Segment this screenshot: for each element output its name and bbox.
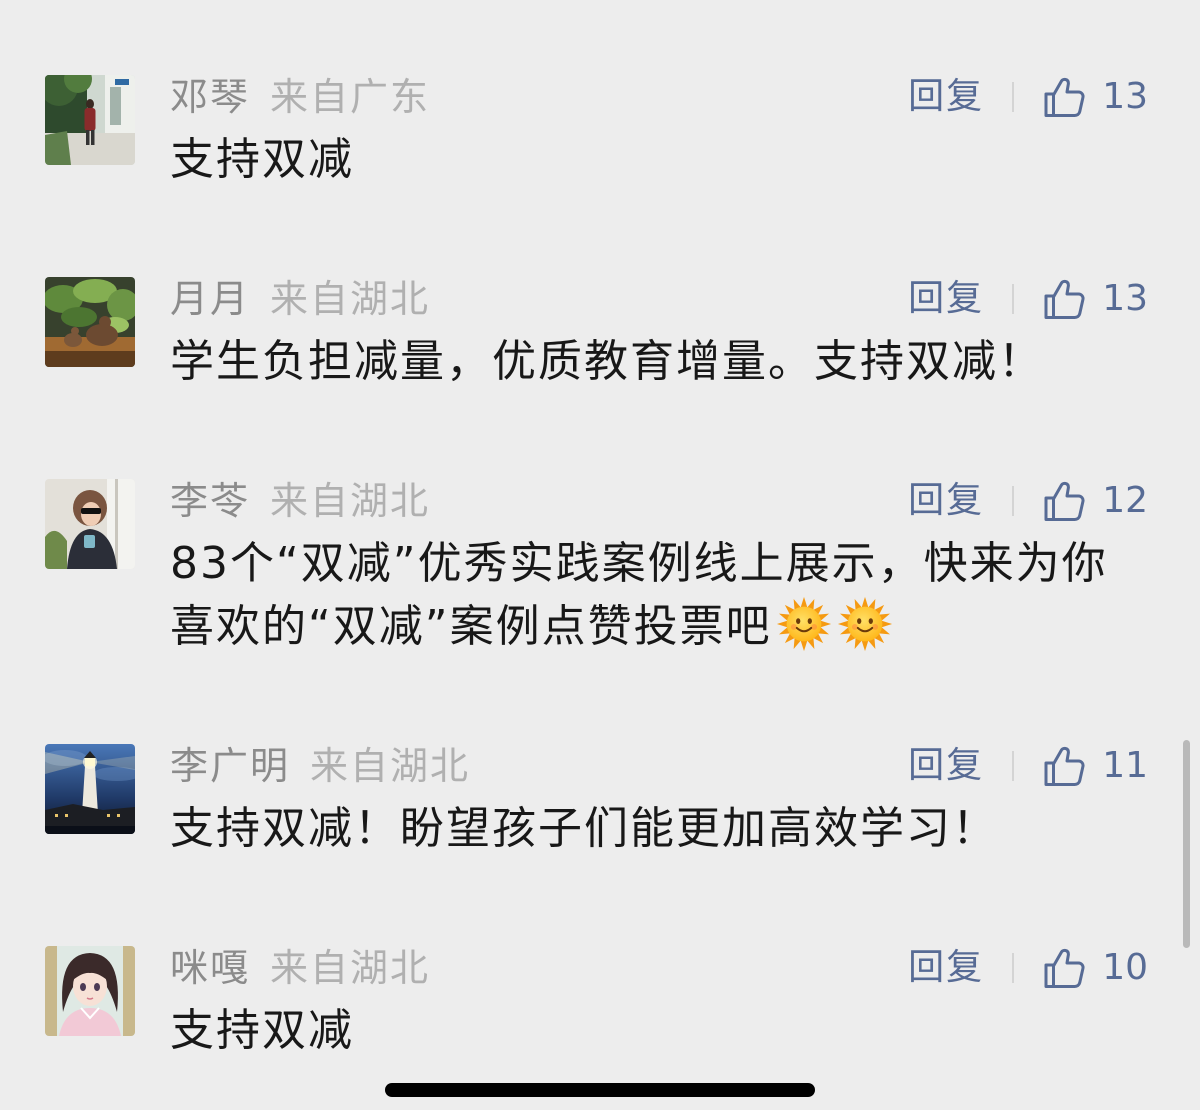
thumbs-up-icon xyxy=(1042,479,1086,523)
divider xyxy=(1012,953,1015,983)
thumbs-up-icon xyxy=(1042,946,1086,990)
comment-text: 喜欢的“双减”案例点赞投票吧 xyxy=(170,601,772,652)
comment-text-line: 支持双减！盼望孩子们能更加高效学习！ xyxy=(170,803,998,854)
commenter-location: 来自湖北 xyxy=(270,277,431,321)
like-count: 11 xyxy=(1102,745,1148,786)
comment-header: 咪嘎 来自湖北 回复 10 xyxy=(170,946,1148,990)
comment-actions: 回复 10 xyxy=(908,946,1148,990)
like-button[interactable]: 13 xyxy=(1042,277,1148,321)
home-indicator[interactable] xyxy=(385,1083,815,1097)
sun-with-face-icon xyxy=(836,595,894,653)
reply-button[interactable]: 回复 xyxy=(908,946,984,990)
comment-text-line: 支持双减 xyxy=(170,1005,354,1056)
comment-header: 月月 来自湖北 回复 13 xyxy=(170,277,1148,321)
divider xyxy=(1012,751,1015,781)
comment-list: 邓琴 来自广东 回复 13 支持双减 月月 来自湖北 回复 13 学生负担减量，… xyxy=(0,75,1200,1062)
like-button[interactable]: 11 xyxy=(1042,744,1148,788)
like-button[interactable]: 12 xyxy=(1042,479,1148,523)
reply-button[interactable]: 回复 xyxy=(908,479,984,523)
comment-text-line: 喜欢的“双减”案例点赞投票吧 xyxy=(170,595,1148,658)
like-count: 13 xyxy=(1102,278,1148,319)
comment-text-line: 支持双减 xyxy=(170,134,354,185)
commenter-name: 月月 xyxy=(170,277,251,321)
comment-content: 支持双减 xyxy=(170,1000,1148,1062)
comment-actions: 回复 13 xyxy=(908,277,1148,321)
like-button[interactable]: 10 xyxy=(1042,946,1148,990)
commenter-location: 来自湖北 xyxy=(310,744,471,788)
reply-button[interactable]: 回复 xyxy=(908,75,984,119)
divider xyxy=(1012,284,1015,314)
comment-text-line: 83个“双减”优秀实践案例线上展示，快来为你 xyxy=(170,538,1108,589)
avatar xyxy=(45,75,135,165)
comment-actions: 回复 12 xyxy=(908,479,1148,523)
avatar xyxy=(45,946,135,1036)
commenter-location: 来自湖北 xyxy=(270,946,431,990)
comment-actions: 回复 13 xyxy=(908,75,1148,119)
reply-button[interactable]: 回复 xyxy=(908,277,984,321)
thumbs-up-icon xyxy=(1042,277,1086,321)
comment-content: 支持双减！盼望孩子们能更加高效学习！ xyxy=(170,798,1148,860)
commenter-name: 李苓 xyxy=(170,479,251,523)
avatar xyxy=(45,479,135,569)
thumbs-up-icon xyxy=(1042,75,1086,119)
avatar xyxy=(45,277,135,367)
comment: 李苓 来自湖北 回复 12 83个“双减”优秀实践案例线上展示，快来为你 喜欢的… xyxy=(0,479,1200,744)
like-count: 12 xyxy=(1102,480,1148,521)
commenter-name: 咪嘎 xyxy=(170,946,251,990)
avatar xyxy=(45,744,135,834)
like-count: 10 xyxy=(1102,947,1148,988)
divider xyxy=(1012,486,1015,516)
commenter-location: 来自湖北 xyxy=(270,479,431,523)
comment: 咪嘎 来自湖北 回复 10 支持双减 xyxy=(0,946,1200,1062)
thumbs-up-icon xyxy=(1042,744,1086,788)
like-button[interactable]: 13 xyxy=(1042,75,1148,119)
commenter-name: 邓琴 xyxy=(170,75,251,119)
comment-text-line: 学生负担减量，优质教育增量。支持双减！ xyxy=(170,336,1044,387)
comment-actions: 回复 11 xyxy=(908,744,1148,788)
comment-header: 邓琴 来自广东 回复 13 xyxy=(170,75,1148,119)
comment: 李广明 来自湖北 回复 11 支持双减！盼望孩子们能更加高效学习！ xyxy=(0,744,1200,946)
scrollbar-thumb[interactable] xyxy=(1183,740,1190,948)
commenter-name: 李广明 xyxy=(170,744,291,788)
reply-button[interactable]: 回复 xyxy=(908,744,984,788)
comment-content: 学生负担减量，优质教育增量。支持双减！ xyxy=(170,331,1148,393)
comment: 邓琴 来自广东 回复 13 支持双减 xyxy=(0,75,1200,277)
comment-header: 李苓 来自湖北 回复 12 xyxy=(170,479,1148,523)
divider xyxy=(1012,82,1015,112)
comment-header: 李广明 来自湖北 回复 11 xyxy=(170,744,1148,788)
sun-with-face-icon xyxy=(775,595,833,653)
like-count: 13 xyxy=(1102,76,1148,117)
commenter-location: 来自广东 xyxy=(270,75,431,119)
comment-content: 83个“双减”优秀实践案例线上展示，快来为你 喜欢的“双减”案例点赞投票吧 xyxy=(170,533,1148,658)
comment: 月月 来自湖北 回复 13 学生负担减量，优质教育增量。支持双减！ xyxy=(0,277,1200,479)
comment-content: 支持双减 xyxy=(170,129,1148,191)
